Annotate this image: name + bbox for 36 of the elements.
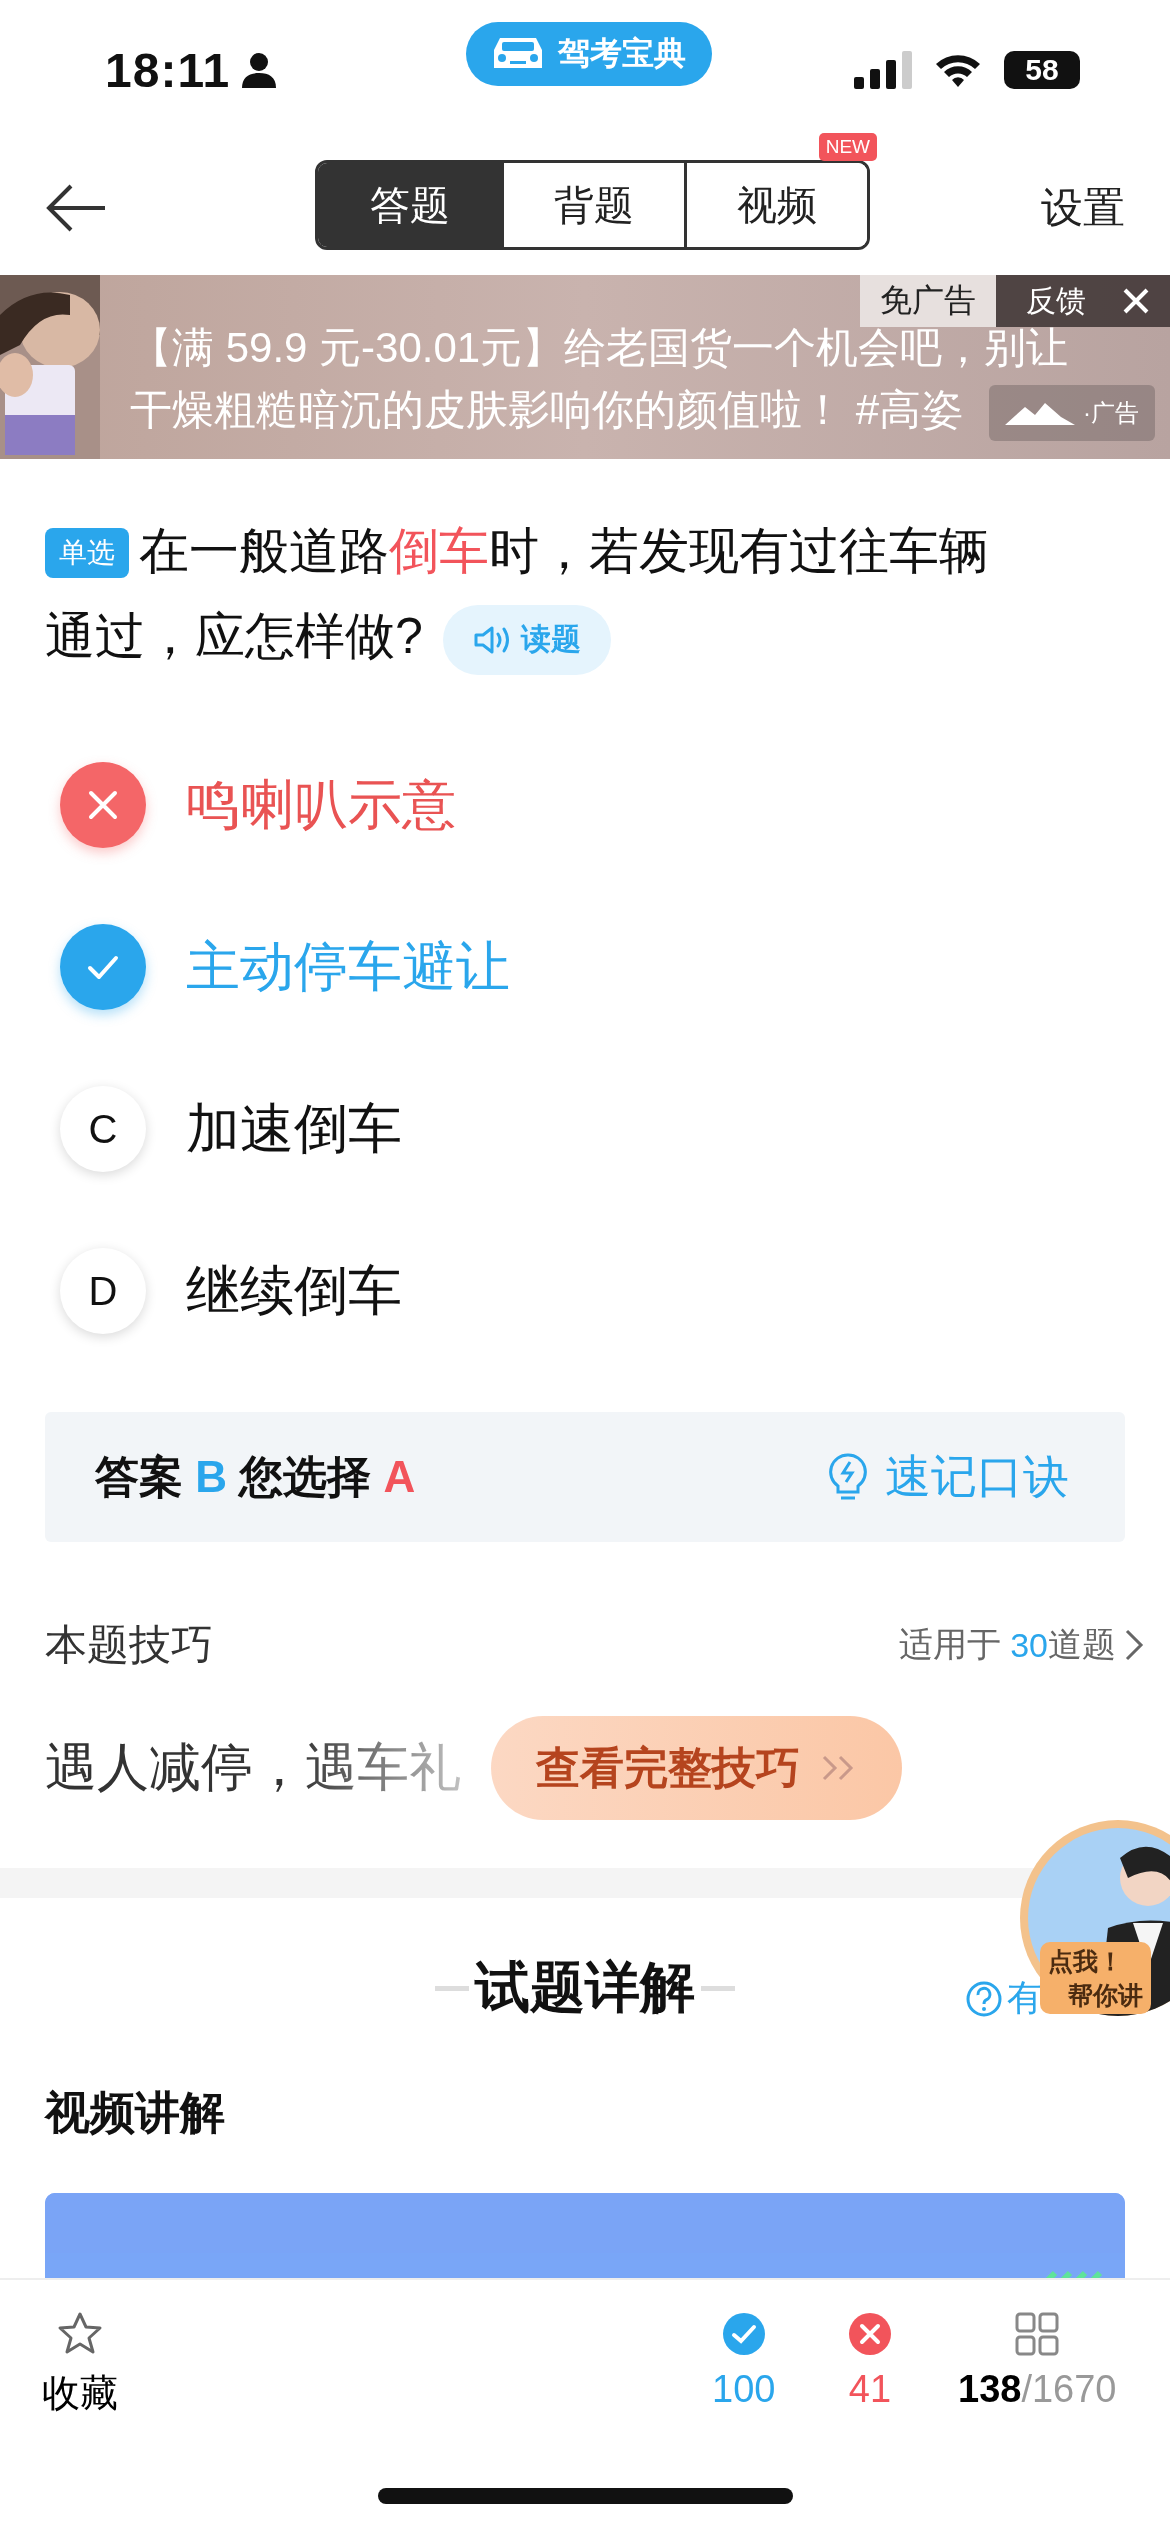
full-tip-button[interactable]: 查看完整技巧: [491, 1716, 902, 1820]
clock-time: 18:11: [105, 42, 231, 98]
progress-button[interactable]: 138/1670: [958, 2310, 1117, 2411]
battery-level: 58: [1004, 51, 1080, 89]
option-text[interactable]: 继续倒车: [186, 1254, 402, 1328]
ad-label: ·广告: [989, 385, 1155, 441]
favorite-button[interactable]: 收藏: [42, 2310, 118, 2419]
option-letter[interactable]: D: [60, 1248, 146, 1334]
remove-ads-button[interactable]: 免广告: [860, 275, 996, 327]
question-text: 单选 在一般道路倒车时，若发现有过往车辆通过，应怎样做? 读题: [45, 509, 1010, 679]
person-icon: [240, 51, 279, 89]
app-badge: 驾考宝典: [466, 22, 712, 86]
signal-icon: [854, 51, 912, 89]
help-icon: [965, 1979, 1003, 2018]
grid-icon: [1013, 2310, 1062, 2358]
mountain-icon: [1005, 401, 1075, 425]
wifi-icon: [934, 52, 982, 88]
applies-link[interactable]: 适用于 30道题: [892, 1621, 1150, 1669]
error-circle-icon: [846, 2310, 894, 2358]
tip-text: 遇人减停，遇车礼: [45, 1737, 461, 1798]
chevron-icon: [1124, 1628, 1144, 1662]
avatar-caption[interactable]: 点我！ 帮你讲: [1040, 1942, 1151, 2014]
close-icon[interactable]: [1122, 287, 1150, 315]
option-text[interactable]: 鸣喇叭示意: [186, 768, 456, 842]
tab[interactable]: 答题: [318, 163, 501, 247]
new-badge: NEW: [818, 133, 877, 161]
ad-text: 干燥粗糙暗沉的皮肤影响你的颜值啦！ #高姿: [130, 385, 964, 435]
option-text[interactable]: 加速倒车: [186, 1092, 402, 1166]
tip-title: 本题技巧: [45, 1620, 213, 1670]
video-section-title: 视频讲解: [43, 2086, 226, 2140]
settings-link[interactable]: 设置: [1041, 179, 1125, 236]
option-letter[interactable]: C: [60, 1086, 146, 1172]
section-title: 试题详解: [475, 1955, 695, 2020]
feedback-button[interactable]: 反馈: [996, 275, 1170, 327]
answer-summary: 答案 B 您选择 A: [95, 1450, 416, 1503]
back-arrow-icon[interactable]: [45, 182, 107, 233]
